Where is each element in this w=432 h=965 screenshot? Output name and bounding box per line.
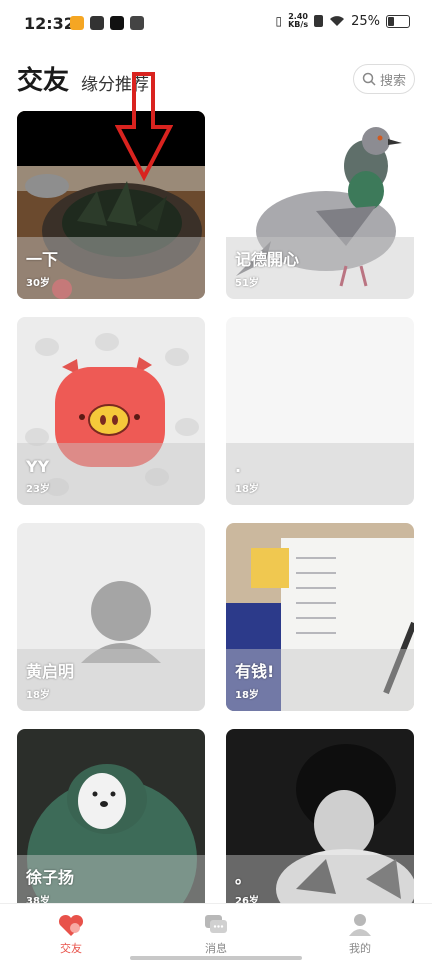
profile-name: YY [26,457,50,476]
profile-card[interactable]: 黄启明 18岁 [17,523,205,711]
wifi-icon [330,16,345,26]
profile-name: . [235,457,242,476]
search-button[interactable]: 搜索 [353,64,415,94]
heart-chat-icon [58,914,84,936]
profile-card[interactable]: 。 26岁 [226,729,414,917]
page-header: 交友 缘分推荐 搜索 [0,56,432,104]
profile-age: 18岁 [235,484,259,495]
profile-age: 23岁 [26,484,50,495]
profile-name: 黄启明 [26,662,75,681]
profile-age: 18岁 [235,690,259,701]
profile-name: 徐子扬 [26,868,75,887]
notification-icons [70,16,144,30]
status-bar: 12:32 ▯ 2.40 KB/s 25% [0,0,432,50]
sync-app-icon [90,16,104,30]
profile-age: 30岁 [26,278,50,289]
profile-card[interactable]: YY 23岁 [17,317,205,505]
tab-friends[interactable]: 交友 [31,912,111,956]
mail-icon [130,16,144,30]
tab-messages[interactable]: 消息 [176,912,256,956]
profile-name: 一下 [26,250,59,269]
tab-me-label: 我的 [349,942,371,955]
tab-friends-label: 交友 [60,942,82,955]
weibo-icon [70,16,84,30]
card-info [226,443,414,505]
tab-messages-label: 消息 [205,942,227,955]
profile-card[interactable]: 有钱! 18岁 [226,523,414,711]
tiktok-icon [110,16,124,30]
page-title: 交友 [17,66,70,96]
profile-card[interactable]: 一下 30岁 [17,111,205,299]
net-speed: 2.40 KB/s [288,13,308,29]
profile-age: 18岁 [26,690,50,701]
search-icon [362,72,376,86]
message-icon [205,915,227,933]
profile-card[interactable]: . 18岁 [226,317,414,505]
net-speed-unit: KB/s [288,20,309,29]
vibrate-icon: ▯ [275,14,283,28]
profile-icon [349,914,371,936]
status-right: ▯ 2.40 KB/s 25% [275,13,410,29]
tab-me[interactable]: 我的 [320,912,400,956]
profile-name: 。 [235,868,252,887]
home-indicator[interactable] [130,956,302,960]
battery-percent: 25% [351,13,380,29]
status-time: 12:32 [24,14,75,33]
annotation-arrow-icon [115,72,173,182]
no-sim-icon [314,15,324,27]
profile-card[interactable]: 记德開心 51岁 [226,111,414,299]
battery-icon [386,14,410,28]
profile-card[interactable]: 徐子扬 38岁 [17,729,205,917]
profile-age: 51岁 [235,278,259,289]
profile-name: 记德開心 [235,250,300,269]
search-label: 搜索 [379,73,406,89]
profile-name: 有钱! [235,662,275,681]
